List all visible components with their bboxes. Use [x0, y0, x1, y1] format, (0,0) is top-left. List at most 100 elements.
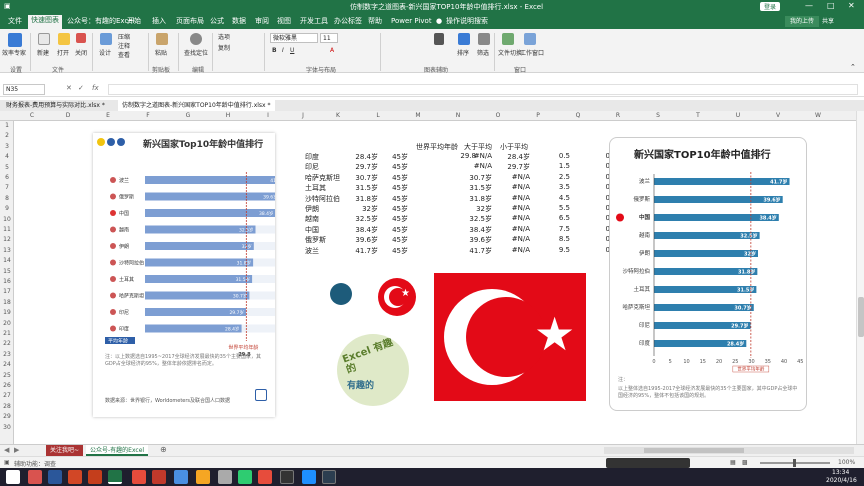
open-button[interactable]: 打开: [57, 48, 69, 57]
row-header-23[interactable]: 23: [0, 351, 14, 358]
page-layout-icon[interactable]: ▩: [742, 459, 748, 466]
tab-file[interactable]: 文件: [8, 16, 22, 27]
column-header-J[interactable]: J: [285, 111, 321, 121]
column-header-U[interactable]: U: [720, 111, 756, 121]
column-header-F[interactable]: F: [130, 111, 166, 121]
work-window-button[interactable]: 工作窗口: [520, 48, 544, 57]
column-header-O[interactable]: O: [480, 111, 516, 121]
tab-office-tabs[interactable]: 办公标签: [334, 16, 362, 27]
zoom-handle[interactable]: [793, 459, 796, 467]
file-switch-icon[interactable]: [502, 33, 514, 45]
row-header-25[interactable]: 25: [0, 372, 14, 379]
design-button[interactable]: 设计: [99, 48, 111, 57]
italic-icon[interactable]: I: [282, 47, 284, 54]
app-icon[interactable]: [132, 470, 146, 484]
sheet-tab-active[interactable]: 公众号-有趣的Excel: [86, 445, 149, 456]
fx-icon[interactable]: [434, 33, 444, 45]
tab-review[interactable]: 审阅: [255, 16, 269, 27]
row-header-26[interactable]: 26: [0, 382, 14, 389]
find-icon[interactable]: [190, 33, 202, 45]
work-window-icon[interactable]: [524, 33, 536, 45]
right-chart-panel[interactable]: 新兴国家TOP10年龄中值排行 波兰 41.7岁 俄罗斯 39.6岁 中国 38.4岁 越南…: [609, 137, 807, 411]
horizontal-scrollbar[interactable]: [604, 447, 854, 454]
maximize-icon[interactable]: □: [827, 1, 835, 10]
clock-time[interactable]: 13:34: [832, 469, 849, 476]
next-sheet-icon[interactable]: ▶: [14, 446, 19, 454]
row-header-2[interactable]: 2: [0, 132, 14, 139]
column-header-N[interactable]: N: [440, 111, 476, 121]
row-header-1[interactable]: 1: [0, 122, 14, 129]
minimize-icon[interactable]: —: [805, 1, 813, 10]
collapse-ribbon-icon[interactable]: ⌃: [850, 63, 856, 71]
app-icon[interactable]: [88, 470, 102, 484]
app-icon[interactable]: [174, 470, 188, 484]
turkey-flag-shape[interactable]: ★: [434, 273, 586, 401]
status-text[interactable]: 辅助功能：调查: [14, 459, 56, 468]
filter-button[interactable]: 筛选: [477, 48, 489, 57]
excel-icon[interactable]: [108, 470, 122, 484]
app-icon[interactable]: [218, 470, 232, 484]
row-header-20[interactable]: 20: [0, 320, 14, 327]
font-size-select[interactable]: 11: [320, 33, 338, 43]
row-header-22[interactable]: 22: [0, 340, 14, 347]
doc-tab-current[interactable]: 仿制数字之道图表-新兴国家TOP10年龄中值排行.xlsx *: [118, 100, 275, 111]
row-header-14[interactable]: 14: [0, 257, 14, 264]
wordcloud-shape[interactable]: Excel 有趣的 有趣的: [337, 334, 409, 406]
column-header-T[interactable]: T: [680, 111, 716, 121]
tab-help[interactable]: 帮助: [368, 16, 382, 27]
row-header-8[interactable]: 8: [0, 195, 14, 202]
teal-circle-shape[interactable]: [330, 283, 352, 305]
row-header-28[interactable]: 28: [0, 403, 14, 410]
design-icon[interactable]: [100, 33, 112, 45]
column-header-S[interactable]: S: [640, 111, 676, 121]
column-header-V[interactable]: V: [760, 111, 796, 121]
tab-view[interactable]: 视图: [277, 16, 291, 27]
start-icon[interactable]: [6, 470, 20, 484]
app-icon[interactable]: [322, 470, 336, 484]
zoom-level[interactable]: 100%: [838, 459, 855, 466]
compress-button[interactable]: 压缩: [118, 32, 130, 41]
efficiency-icon[interactable]: [8, 33, 22, 47]
prev-sheet-icon[interactable]: ◀: [4, 446, 9, 454]
row-header-10[interactable]: 10: [0, 216, 14, 223]
filter-icon[interactable]: [478, 33, 490, 45]
tab-data[interactable]: 数据: [232, 16, 246, 27]
column-header-D[interactable]: D: [50, 111, 86, 121]
row-header-30[interactable]: 30: [0, 424, 14, 431]
paste-icon[interactable]: [156, 33, 168, 45]
word-icon[interactable]: [48, 470, 62, 484]
file-switch-button[interactable]: 文件切换: [498, 48, 522, 57]
upload-button[interactable]: 我的上传: [785, 16, 820, 27]
row-header-9[interactable]: 9: [0, 205, 14, 212]
new-button[interactable]: 新建: [37, 48, 49, 57]
copy-button[interactable]: 复制: [218, 43, 230, 52]
close-icon[interactable]: ✕: [848, 1, 855, 10]
column-header-C[interactable]: C: [14, 111, 50, 121]
app-icon[interactable]: [152, 470, 166, 484]
row-header-27[interactable]: 27: [0, 392, 14, 399]
row-header-15[interactable]: 15: [0, 268, 14, 275]
column-header-L[interactable]: L: [360, 111, 396, 121]
fx-button[interactable]: fx: [92, 84, 99, 92]
autosave-icon[interactable]: ▣: [4, 2, 11, 10]
tab-formulas[interactable]: 公式: [210, 16, 224, 27]
options-button[interactable]: 选项: [218, 32, 230, 41]
sort-icon[interactable]: [458, 33, 470, 45]
powerpoint-icon[interactable]: [68, 470, 82, 484]
tab-home[interactable]: 开始: [127, 16, 141, 27]
row-header-12[interactable]: 12: [0, 236, 14, 243]
folder-open-icon[interactable]: [58, 33, 70, 45]
vertical-scrollbar[interactable]: [856, 111, 864, 444]
tab-insert[interactable]: 插入: [152, 16, 166, 27]
close-file-icon[interactable]: [76, 33, 86, 43]
row-header-7[interactable]: 7: [0, 184, 14, 191]
paste-button[interactable]: 粘贴: [155, 48, 167, 57]
doc-tab-budget[interactable]: 财务报表-费用预算与实际对比.xlsx *: [2, 100, 109, 111]
underline-icon[interactable]: U: [290, 47, 294, 54]
column-header-K[interactable]: K: [320, 111, 356, 121]
floating-toolbar[interactable]: [606, 458, 690, 468]
scroll-thumb[interactable]: [858, 297, 864, 337]
tab-power-pivot[interactable]: Power Pivot: [391, 16, 432, 27]
row-header-5[interactable]: 5: [0, 164, 14, 171]
sort-button[interactable]: 排序: [457, 48, 469, 57]
